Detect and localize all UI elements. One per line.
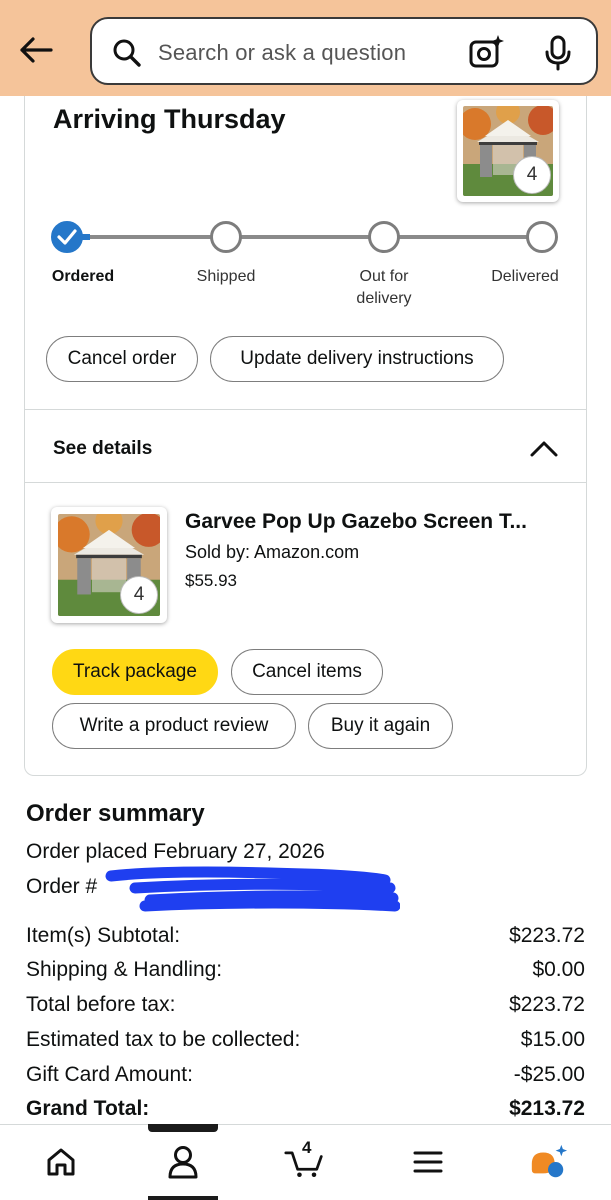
item-title[interactable]: Garvee Pop Up Gazebo Screen T... <box>185 510 527 534</box>
back-button[interactable] <box>14 28 58 72</box>
nav-rufus[interactable] <box>528 1142 568 1182</box>
cart-count: 4 <box>302 1138 312 1157</box>
microphone-icon[interactable] <box>542 35 574 71</box>
subtotal-label: Item(s) Subtotal: <box>26 924 181 947</box>
shipping-value: $0.00 <box>532 958 585 981</box>
chevron-up-icon[interactable] <box>528 436 560 460</box>
top-header: Search or ask a question <box>0 0 611 96</box>
update-delivery-instructions-button[interactable]: Update delivery instructions <box>210 336 504 382</box>
arrival-heading: Arriving Thursday <box>53 104 286 134</box>
quantity-badge: 4 <box>120 576 158 614</box>
home-icon <box>47 1148 75 1176</box>
total-before-tax-label: Total before tax: <box>26 993 176 1016</box>
search-placeholder: Search or ask a question <box>158 40 407 65</box>
step-delivered-dot <box>526 221 558 253</box>
cancel-order-button[interactable]: Cancel order <box>46 336 198 382</box>
quantity-badge: 4 <box>513 156 551 194</box>
gift-card-value: -$25.00 <box>513 1063 585 1086</box>
order-summary-title: Order summary <box>26 800 205 827</box>
progress-track <box>68 235 542 239</box>
estimated-tax-value: $15.00 <box>520 1028 585 1051</box>
item-thumbnail[interactable]: 4 <box>51 507 167 623</box>
nav-home[interactable] <box>41 1142 81 1182</box>
rufus-icon <box>531 1144 568 1178</box>
item-price: $55.93 <box>185 571 237 590</box>
see-details-toggle[interactable]: See details <box>53 438 152 460</box>
active-tab-indicator <box>148 1124 218 1132</box>
grand-total-label: Grand Total: <box>26 1097 150 1120</box>
order-placed-date: Order placed February 27, 2026 <box>26 840 325 863</box>
gazebo-image: 4 <box>463 106 553 196</box>
step-ordered-dot <box>51 221 83 253</box>
shipment-thumbnail[interactable]: 4 <box>457 100 559 202</box>
buy-it-again-button[interactable]: Buy it again <box>308 703 453 749</box>
step-ordered-label: Ordered <box>51 268 115 285</box>
estimated-tax-label: Estimated tax to be collected: <box>26 1028 301 1051</box>
shipping-label: Shipping & Handling: <box>26 958 223 981</box>
grand-total-value: $213.72 <box>509 1097 585 1120</box>
item-seller: Sold by: Amazon.com <box>185 542 360 562</box>
step-shipped-dot <box>210 221 242 253</box>
step-shipped-label: Shipped <box>196 268 256 285</box>
active-tab-underline <box>148 1196 218 1200</box>
gift-card-label: Gift Card Amount: <box>26 1063 193 1086</box>
step-delivered-label: Delivered <box>491 268 559 285</box>
back-arrow-icon <box>20 37 53 63</box>
total-before-tax-value: $223.72 <box>509 993 585 1016</box>
search-input[interactable]: Search or ask a question <box>90 17 598 85</box>
search-icon <box>113 39 141 67</box>
camera-search-icon[interactable] <box>468 33 506 71</box>
subtotal-value: $223.72 <box>509 924 585 947</box>
nav-account[interactable] <box>163 1142 203 1182</box>
menu-icon <box>413 1151 443 1173</box>
redaction-scribble <box>105 866 400 912</box>
track-package-button[interactable]: Track package <box>52 649 218 695</box>
order-number-label: Order # <box>26 875 98 898</box>
checkmark-icon <box>57 229 77 245</box>
cancel-items-button[interactable]: Cancel items <box>231 649 383 695</box>
step-out-for-delivery-dot <box>368 221 400 253</box>
divider <box>25 409 586 410</box>
step-out-for-delivery-label: Out for delivery <box>356 268 412 307</box>
write-review-button[interactable]: Write a product review <box>52 703 296 749</box>
gazebo-image: 4 <box>58 514 160 616</box>
nav-menu[interactable] <box>408 1142 448 1182</box>
divider <box>25 482 586 483</box>
account-icon <box>168 1146 198 1179</box>
